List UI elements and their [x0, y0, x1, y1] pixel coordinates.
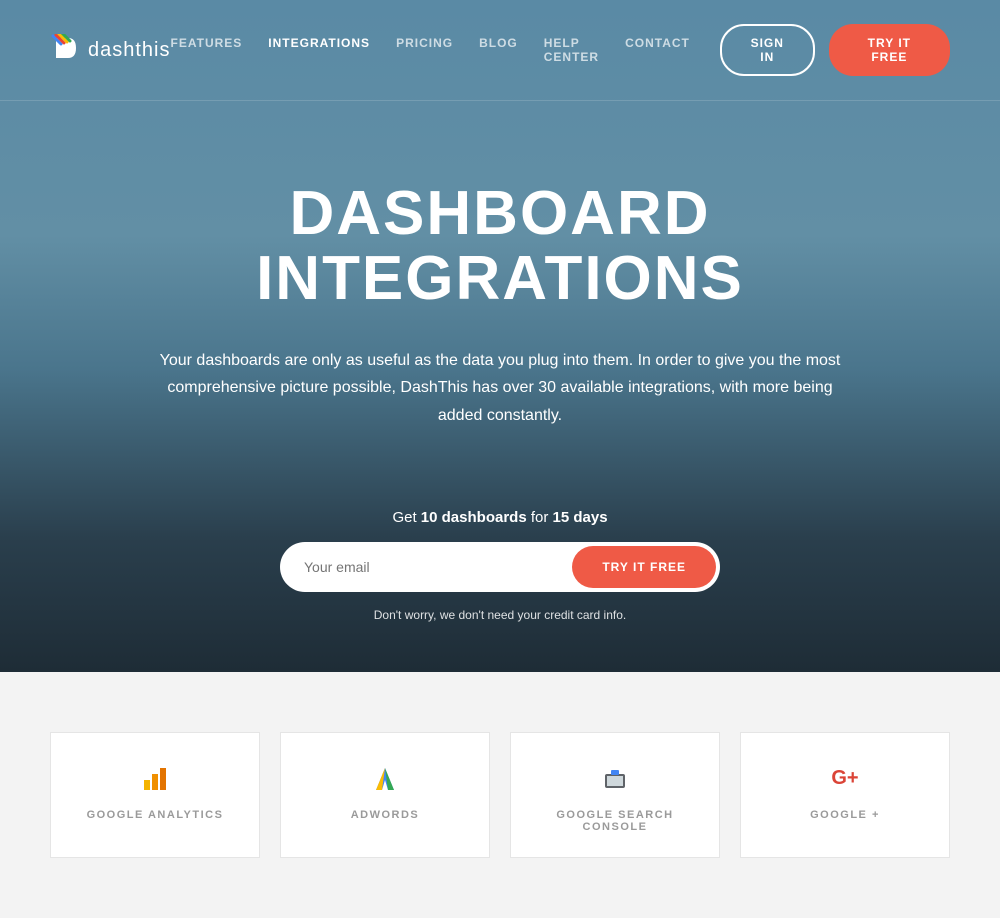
adwords-icon: [295, 763, 475, 795]
try-free-button[interactable]: TRY IT FREE: [829, 24, 950, 76]
nav-help-center[interactable]: HELP CENTER: [544, 36, 599, 64]
title-line-2: INTEGRATIONS: [256, 244, 744, 313]
cta-tagline: Get 10 dashboards for 15 days: [0, 509, 1000, 526]
header-buttons: SIGN IN TRY IT FREE: [720, 24, 950, 76]
google-plus-icon: G+: [755, 763, 935, 795]
email-input[interactable]: [284, 547, 572, 587]
integration-card-google-analytics[interactable]: GOOGLE ANALYTICS: [50, 732, 260, 858]
integration-card-google-plus[interactable]: G+ GOOGLE +: [740, 732, 950, 858]
card-label: GOOGLE ANALYTICS: [65, 809, 245, 821]
nav-contact[interactable]: CONTACT: [625, 36, 690, 64]
card-label: ADWORDS: [295, 809, 475, 821]
integration-card-adwords[interactable]: ADWORDS: [280, 732, 490, 858]
logo[interactable]: dashthis: [50, 34, 171, 66]
hero-section: dashthis FEATURES INTEGRATIONS PRICING B…: [0, 0, 1000, 672]
signin-button[interactable]: SIGN IN: [720, 24, 815, 76]
page-title: DASHBOARD INTEGRATIONS: [50, 181, 950, 311]
card-label: GOOGLE +: [755, 809, 935, 821]
dashthis-logo-icon: [50, 34, 82, 66]
search-console-icon: [525, 763, 705, 795]
google-analytics-icon: [65, 763, 245, 795]
card-label: GOOGLE SEARCH CONSOLE: [525, 809, 705, 833]
nav-pricing[interactable]: PRICING: [396, 36, 453, 64]
nav-integrations[interactable]: INTEGRATIONS: [268, 36, 370, 64]
integrations-section: GOOGLE ANALYTICS ADWORDS GOOGLE SEARCH C…: [0, 672, 1000, 918]
hero-content: DASHBOARD INTEGRATIONS Your dashboards a…: [0, 101, 1000, 459]
integrations-grid: GOOGLE ANALYTICS ADWORDS GOOGLE SEARCH C…: [50, 732, 950, 858]
site-header: dashthis FEATURES INTEGRATIONS PRICING B…: [0, 0, 1000, 101]
logo-text: dashthis: [88, 39, 171, 62]
title-line-1: DASHBOARD: [290, 179, 711, 248]
nav-blog[interactable]: BLOG: [479, 36, 518, 64]
cta-block: Get 10 dashboards for 15 days TRY IT FRE…: [0, 509, 1000, 622]
hero-description: Your dashboards are only as useful as th…: [150, 347, 850, 429]
main-nav: FEATURES INTEGRATIONS PRICING BLOG HELP …: [171, 36, 690, 64]
integration-card-search-console[interactable]: GOOGLE SEARCH CONSOLE: [510, 732, 720, 858]
signup-try-button[interactable]: TRY IT FREE: [572, 546, 716, 588]
signup-bar: TRY IT FREE: [280, 542, 720, 592]
cta-note: Don't worry, we don't need your credit c…: [0, 608, 1000, 622]
nav-features[interactable]: FEATURES: [171, 36, 243, 64]
